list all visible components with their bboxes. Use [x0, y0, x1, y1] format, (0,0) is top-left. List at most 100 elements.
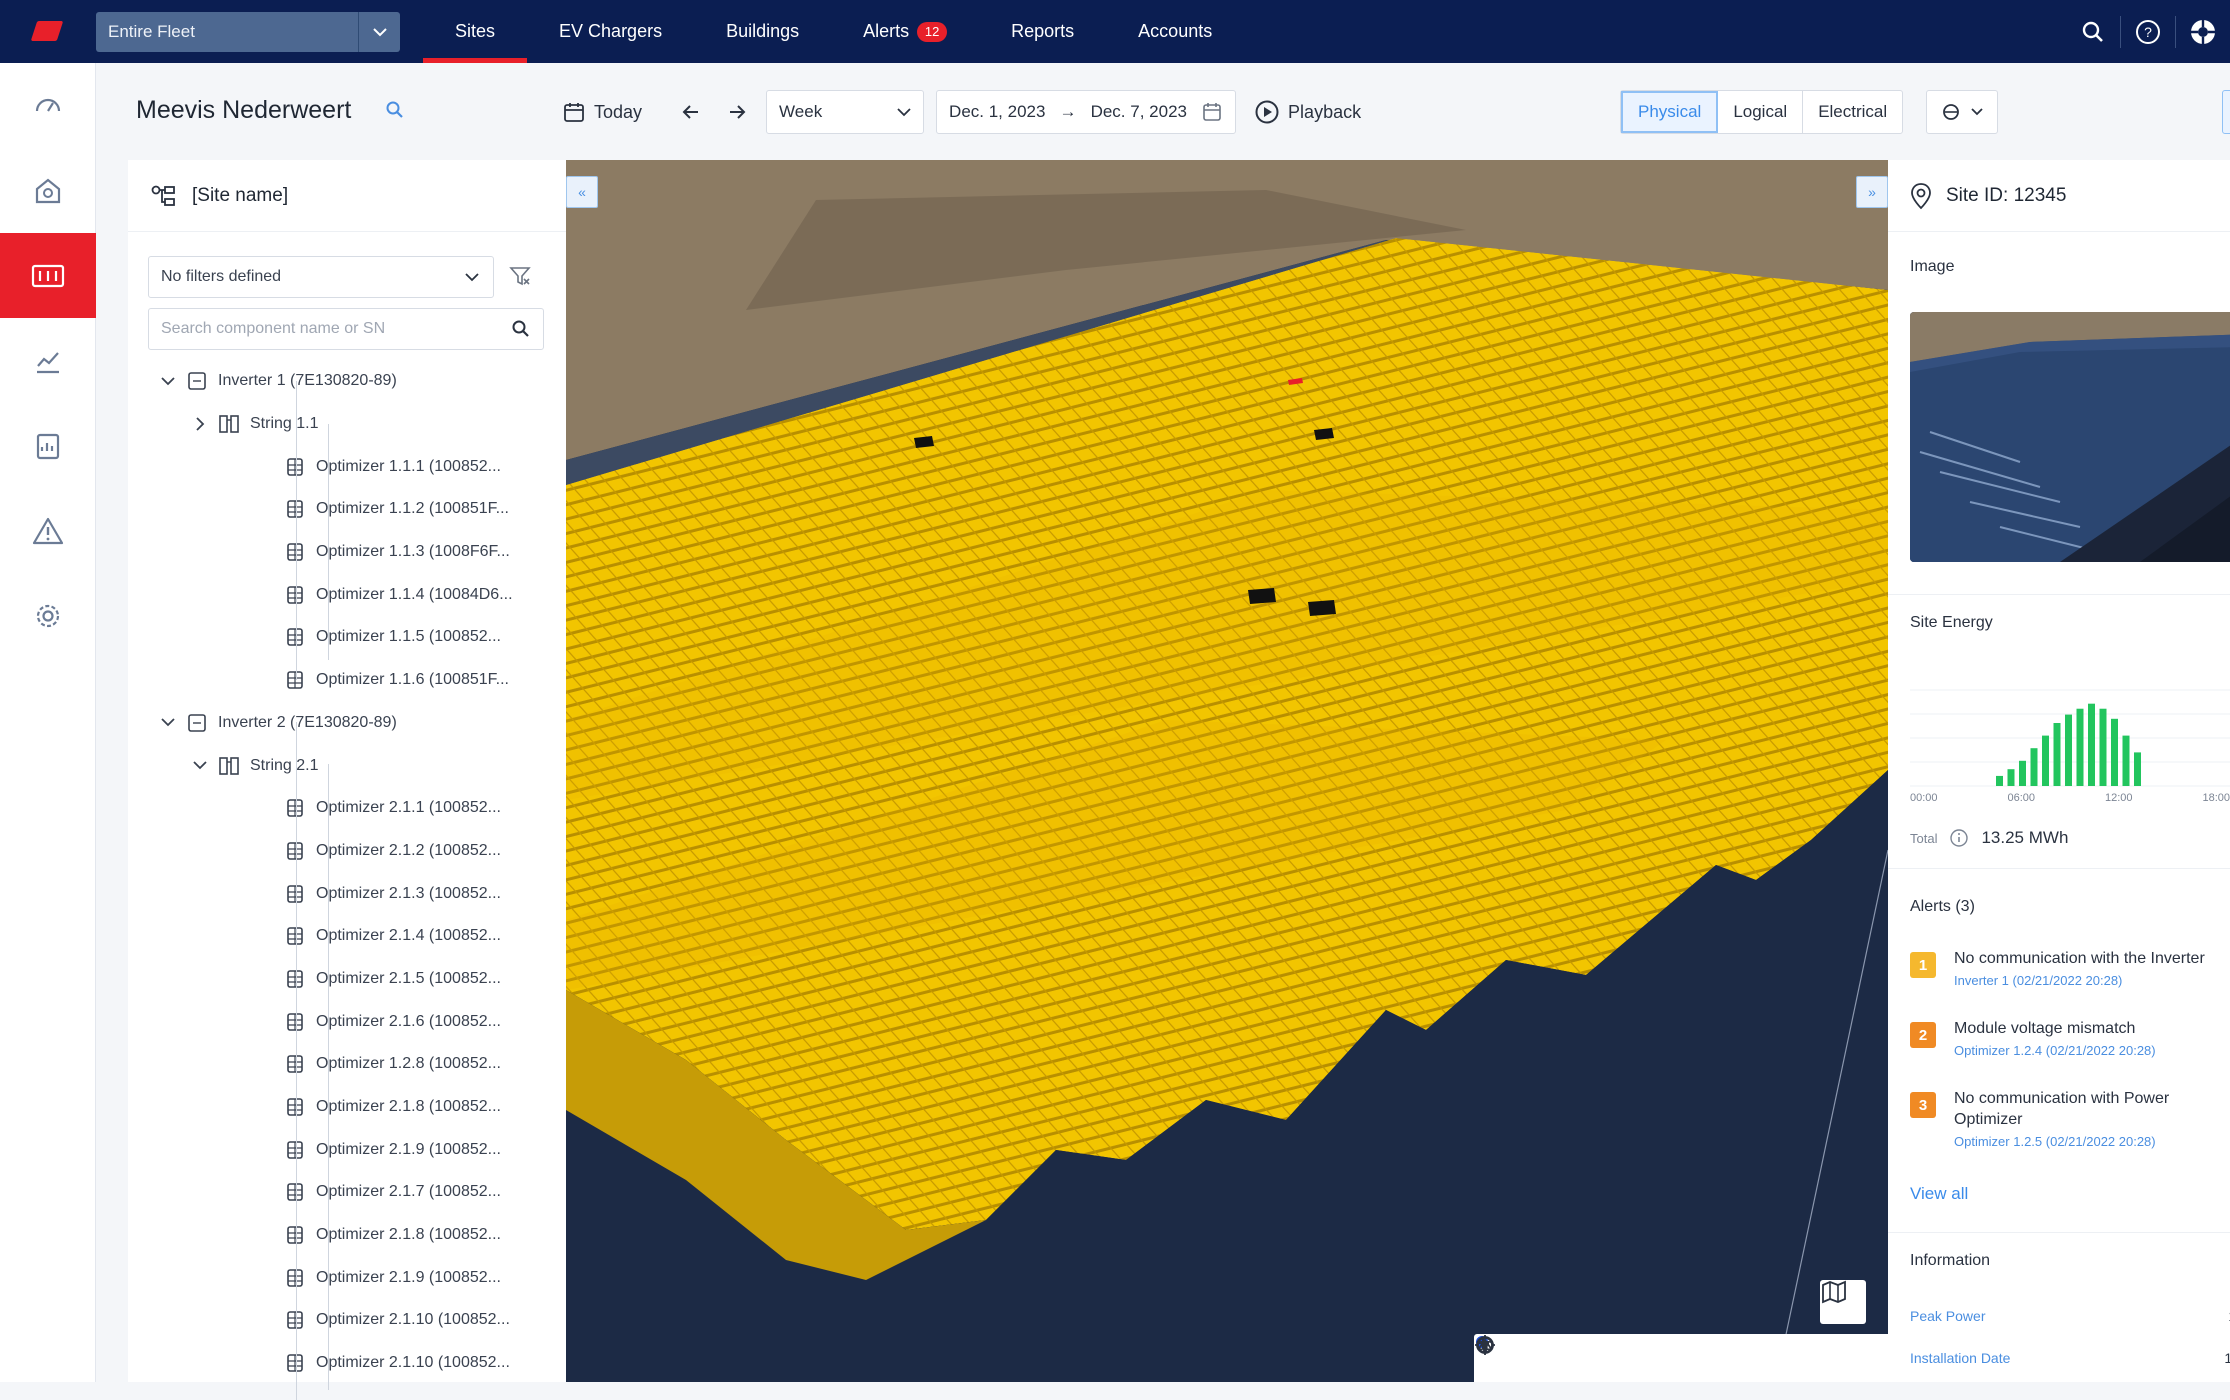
map-view-toggle[interactable] — [1820, 1280, 1866, 1324]
playback-button[interactable]: Playback — [1248, 90, 1367, 134]
tree-optimizer-node[interactable]: Optimizer 2.1.10 (100852... — [128, 1342, 566, 1385]
tree-optimizer-node[interactable]: Optimizer 1.1.5 (100852... — [128, 616, 566, 659]
component-search-input[interactable] — [161, 320, 511, 338]
clear-filter-icon[interactable] — [508, 264, 532, 293]
chevron-down-icon[interactable] — [190, 761, 210, 770]
energy-bar[interactable] — [2099, 708, 2107, 786]
nav-alerts[interactable]: Alerts 12 — [831, 0, 979, 63]
nav-buildings[interactable]: Buildings — [694, 0, 831, 63]
energy-bar[interactable] — [2053, 723, 2061, 786]
tree-optimizer-node[interactable]: Optimizer 2.1.9 (100852... — [128, 1128, 566, 1171]
tree-optimizer-node[interactable]: Optimizer 2.1.2 (100852... — [128, 830, 566, 873]
zoom-in-icon[interactable] — [1477, 1337, 1640, 1376]
tree-optimizer-node[interactable]: Optimizer 1.1.1 (100852... — [128, 445, 566, 488]
tree-optimizer-node[interactable]: Optimizer 1.1.2 (100851F... — [128, 488, 566, 531]
energy-bar[interactable] — [2042, 735, 2049, 786]
tree-optimizer-node[interactable]: Optimizer 2.1.10 (100852... — [128, 1299, 566, 1342]
energy-bar[interactable] — [2019, 760, 2026, 786]
tree-optimizer-node[interactable]: Optimizer 2.1.1 (100852... — [128, 787, 566, 830]
energy-bar[interactable] — [2088, 703, 2095, 786]
tree-optimizer-node[interactable]: Optimizer 2.1.6 (100852... — [128, 1000, 566, 1043]
chart-tick-label: 06:00 — [2007, 792, 2036, 804]
rail-analytics[interactable] — [0, 318, 96, 403]
view-logical[interactable]: Logical — [1718, 91, 1804, 133]
search-icon[interactable] — [511, 319, 531, 339]
view-electrical[interactable]: Electrical — [1803, 91, 1902, 133]
chevron-down-icon[interactable] — [358, 12, 400, 52]
view-physical[interactable]: Physical — [1621, 91, 1719, 133]
rail-layout[interactable] — [0, 233, 96, 318]
site-photo[interactable] — [1910, 312, 2230, 562]
alert-item[interactable]: 3 No communication with Power Optimizer … — [1910, 1088, 2169, 1149]
brand-logo[interactable] — [30, 21, 64, 41]
3d-view-icon[interactable]: 3D — [1478, 1338, 1876, 1376]
nav-ev-chargers[interactable]: EV Chargers — [527, 0, 694, 63]
panel-edge-button[interactable] — [2222, 90, 2230, 134]
nav-sites[interactable]: Sites — [423, 0, 528, 63]
view-all-alerts-link[interactable]: View all — [1910, 1184, 1968, 1204]
tree-optimizer-node[interactable]: Optimizer 1.1.3 (1008F6F... — [128, 531, 566, 574]
energy-bar[interactable] — [2076, 708, 2084, 786]
tree-inverter-node[interactable]: Inverter 1 (7E130820-89) — [128, 360, 566, 403]
nav-reports[interactable]: Reports — [979, 0, 1106, 63]
rotate-icon[interactable] — [1477, 1338, 1699, 1376]
fleet-selector[interactable]: Entire Fleet — [96, 12, 400, 52]
tree-optimizer-node[interactable]: Optimizer 2.1.4 (100852... — [128, 915, 566, 958]
tree-inverter-node[interactable]: Inverter 2 (7E130820-89) — [128, 702, 566, 745]
user-menu-icon[interactable] — [2176, 0, 2230, 63]
energy-bar[interactable] — [1996, 775, 2003, 786]
rail-site-home[interactable] — [0, 148, 96, 233]
energy-bar[interactable] — [2007, 769, 2015, 786]
period-select[interactable]: Week — [766, 90, 925, 134]
compass-icon[interactable] — [1476, 1336, 1758, 1376]
energy-bar[interactable] — [2111, 718, 2118, 786]
energy-bar[interactable] — [2122, 735, 2130, 786]
tree-optimizer-node[interactable]: Optimizer 2.1.7 (100852... — [128, 1171, 566, 1214]
rail-dashboard[interactable] — [0, 63, 96, 148]
rail-alerts[interactable] — [0, 488, 96, 573]
search-icon[interactable] — [2066, 0, 2120, 63]
next-period-button[interactable] — [720, 90, 754, 134]
nav-accounts[interactable]: Accounts — [1106, 0, 1244, 63]
tree-optimizer-node[interactable]: Optimizer 2.1.8 (100852... — [128, 1086, 566, 1129]
tree-optimizer-node[interactable]: Optimizer 2.1.5 (100852... — [128, 958, 566, 1001]
alert-source[interactable]: Optimizer 1.2.5 (02/21/2022 20:28) — [1954, 1134, 2169, 1149]
date-range-picker[interactable]: Dec. 1, 2023 → Dec. 7, 2023 — [936, 90, 1237, 134]
chevron-down-icon[interactable] — [158, 377, 178, 386]
chevron-right-icon[interactable] — [190, 417, 210, 431]
today-button[interactable]: Today — [556, 90, 648, 134]
optimizer-icon — [284, 1053, 306, 1075]
tree-optimizer-node[interactable]: Optimizer 2.1.9 (100852... — [128, 1256, 566, 1299]
zoom-out-icon[interactable] — [1477, 1340, 1581, 1376]
page-title: Meevis Nederweert — [136, 96, 352, 124]
collapse-right-panel-button[interactable]: » — [1856, 176, 1888, 208]
layers-dropdown[interactable] — [1926, 90, 1998, 134]
tree-string-node[interactable]: String 2.1 — [128, 744, 566, 787]
tree-optimizer-node[interactable]: Optimizer 1.1.6 (100851F... — [128, 659, 566, 702]
info-icon[interactable] — [1949, 828, 1969, 848]
alert-item[interactable]: 1 No communication with the Inverter Inv… — [1910, 948, 2205, 988]
collapse-left-panel-button[interactable]: « — [566, 176, 598, 208]
recenter-icon[interactable] — [1475, 1335, 1817, 1376]
tree-optimizer-node[interactable]: Optimizer 2.1.3 (100852... — [128, 872, 566, 915]
alert-item[interactable]: 2 Module voltage mismatch Optimizer 1.2.… — [1910, 1018, 2156, 1058]
previous-period-button[interactable] — [674, 90, 708, 134]
site-search-icon[interactable] — [385, 100, 405, 125]
site-3d-map[interactable]: « » 3D — [566, 160, 1888, 1382]
hierarchy-icon — [151, 185, 175, 206]
rail-reports[interactable] — [0, 403, 96, 488]
tree-optimizer-node[interactable]: Optimizer 1.1.4 (10084D6... — [128, 573, 566, 616]
tree-optimizer-node[interactable]: Optimizer 1.2.8 (100852... — [128, 1043, 566, 1086]
divider — [1888, 1232, 2230, 1233]
filter-select[interactable]: No filters defined — [148, 256, 494, 298]
tree-string-node[interactable]: String 1.1 — [128, 403, 566, 446]
help-icon[interactable]: ? — [2121, 0, 2175, 63]
energy-bar[interactable] — [2030, 748, 2038, 786]
alert-source[interactable]: Optimizer 1.2.4 (02/21/2022 20:28) — [1954, 1043, 2156, 1058]
energy-bar[interactable] — [2134, 752, 2141, 786]
tree-optimizer-node[interactable]: Optimizer 2.1.8 (100852... — [128, 1214, 566, 1257]
alert-source[interactable]: Inverter 1 (02/21/2022 20:28) — [1954, 973, 2205, 988]
chevron-down-icon[interactable] — [158, 718, 178, 727]
rail-settings[interactable] — [0, 573, 96, 658]
energy-bar[interactable] — [2065, 714, 2072, 786]
